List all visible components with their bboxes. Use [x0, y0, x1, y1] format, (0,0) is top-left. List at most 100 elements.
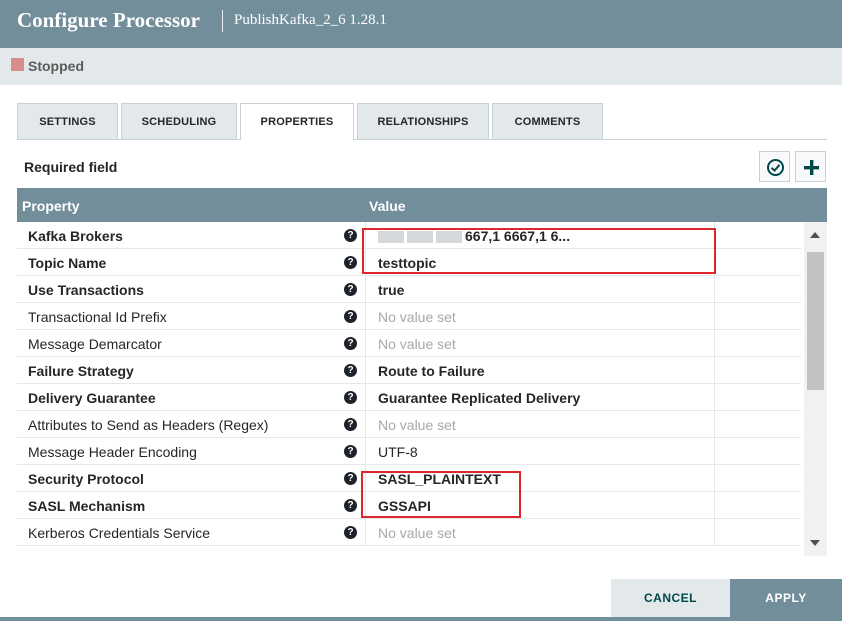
apply-button[interactable]: APPLY [730, 579, 842, 617]
property-row[interactable]: Transactional Id Prefix? No value set [17, 303, 801, 330]
property-name: Delivery Guarantee [28, 390, 156, 406]
column-divider [714, 411, 715, 438]
property-name: Use Transactions [28, 282, 144, 298]
dialog-titlebar: Configure Processor PublishKafka_2_6 1.2… [0, 0, 842, 48]
scroll-thumb[interactable] [807, 252, 824, 390]
column-divider [365, 411, 366, 438]
property-name: Transactional Id Prefix [28, 309, 167, 325]
property-column-header[interactable]: Property [22, 198, 80, 214]
footer-strip [0, 617, 842, 621]
property-row[interactable]: Delivery Guarantee? Guarantee Replicated … [17, 384, 801, 411]
status-text: Stopped [28, 58, 84, 74]
help-icon[interactable]: ? [344, 391, 357, 404]
property-row[interactable]: Message Header Encoding? UTF-8 [17, 438, 801, 465]
dialog-footer: CANCEL APPLY [0, 579, 842, 621]
property-row[interactable]: Use Transactions? true [17, 276, 801, 303]
help-icon[interactable]: ? [344, 364, 357, 377]
redacted-mask [378, 231, 404, 244]
cancel-button[interactable]: CANCEL [611, 579, 730, 617]
help-icon[interactable]: ? [344, 337, 357, 350]
add-property-button[interactable] [795, 151, 826, 182]
column-divider [365, 249, 366, 276]
help-icon[interactable]: ? [344, 283, 357, 296]
property-value[interactable]: UTF-8 [378, 444, 708, 460]
dialog-subtitle: PublishKafka_2_6 1.28.1 [234, 12, 387, 28]
column-divider [365, 492, 366, 519]
plus-icon [804, 160, 819, 175]
help-icon[interactable]: ? [344, 310, 357, 323]
dialog-title: Configure Processor [17, 8, 200, 32]
property-row[interactable]: Failure Strategy? Route to Failure [17, 357, 801, 384]
column-divider [714, 519, 715, 546]
property-value[interactable]: GSSAPI [378, 498, 708, 514]
grid-scrollbar[interactable] [804, 222, 827, 556]
property-row[interactable]: Attributes to Send as Headers (Regex)? No… [17, 411, 801, 438]
property-name: Message Demarcator [28, 336, 162, 352]
property-row[interactable]: Topic Name? testtopic [17, 249, 801, 276]
scroll-down-icon[interactable] [810, 540, 820, 546]
column-divider [714, 222, 715, 249]
property-value[interactable]: true [378, 282, 708, 298]
property-row[interactable]: Kafka Brokers? 667,1 6667,1 6... [17, 222, 801, 249]
column-divider [714, 438, 715, 465]
help-icon[interactable]: ? [344, 472, 357, 485]
column-divider [365, 519, 366, 546]
properties-grid-header: Property Value [17, 188, 827, 222]
tab-properties[interactable]: PROPERTIES [240, 103, 354, 140]
property-value[interactable]: No value set [378, 525, 708, 541]
help-icon[interactable]: ? [344, 499, 357, 512]
property-name: Kerberos Credentials Service [28, 525, 211, 541]
properties-grid: Kafka Brokers? 667,1 6667,1 6... Topic Nam… [17, 222, 827, 556]
redacted-mask [407, 231, 433, 244]
property-value[interactable]: Route to Failure [378, 363, 708, 379]
column-divider [365, 276, 366, 303]
broker-list-text: 667,1 6667,1 6... [465, 228, 571, 244]
property-name: Failure Strategy [28, 363, 134, 379]
column-divider [714, 357, 715, 384]
verify-properties-button[interactable] [759, 151, 790, 182]
tab-settings[interactable]: SETTINGS [17, 103, 118, 139]
tab-comments[interactable]: COMMENTS [492, 103, 603, 139]
property-value[interactable]: testtopic [378, 255, 708, 271]
property-value[interactable]: No value set [378, 336, 708, 352]
column-divider [365, 330, 366, 357]
property-value[interactable]: No value set [378, 309, 708, 325]
column-divider [714, 492, 715, 519]
status-bar: Stopped [0, 48, 842, 85]
value-column-header[interactable]: Value [369, 198, 406, 214]
help-icon[interactable]: ? [344, 445, 357, 458]
help-icon[interactable]: ? [344, 229, 357, 242]
column-divider [714, 384, 715, 411]
property-value[interactable]: SASL_PLAINTEXT [378, 471, 708, 487]
tab-relationships[interactable]: RELATIONSHIPS [357, 103, 489, 139]
required-field-label: Required field [24, 159, 118, 175]
property-name: SASL Mechanism [28, 498, 146, 514]
column-divider [365, 303, 366, 330]
property-row[interactable]: Kerberos Credentials Service? No value se… [17, 519, 801, 546]
scroll-up-icon[interactable] [810, 232, 820, 238]
column-divider [365, 357, 366, 384]
title-separator [222, 10, 223, 32]
column-divider [714, 276, 715, 303]
property-row[interactable]: SASL Mechanism? GSSAPI [17, 492, 801, 519]
property-value[interactable]: No value set [378, 417, 708, 433]
help-icon[interactable]: ? [344, 418, 357, 431]
column-divider [365, 465, 366, 492]
property-row[interactable]: Message Demarcator? No value set [17, 330, 801, 357]
redacted-mask [436, 231, 462, 244]
property-value[interactable]: 667,1 6667,1 6... [378, 228, 708, 244]
tab-scheduling[interactable]: SCHEDULING [121, 103, 237, 139]
property-row[interactable]: Security Protocol? SASL_PLAINTEXT [17, 465, 801, 492]
help-icon[interactable]: ? [344, 526, 357, 539]
column-divider [365, 384, 366, 411]
property-value[interactable]: Guarantee Replicated Delivery [378, 390, 708, 406]
column-divider [365, 222, 366, 249]
help-icon[interactable]: ? [344, 256, 357, 269]
property-name: Message Header Encoding [28, 444, 197, 460]
property-name: Attributes to Send as Headers (Regex) [28, 417, 269, 433]
column-divider [714, 249, 715, 276]
column-divider [365, 438, 366, 465]
property-name: Security Protocol [28, 471, 144, 487]
column-divider [714, 330, 715, 357]
check-circle-icon [767, 159, 784, 176]
